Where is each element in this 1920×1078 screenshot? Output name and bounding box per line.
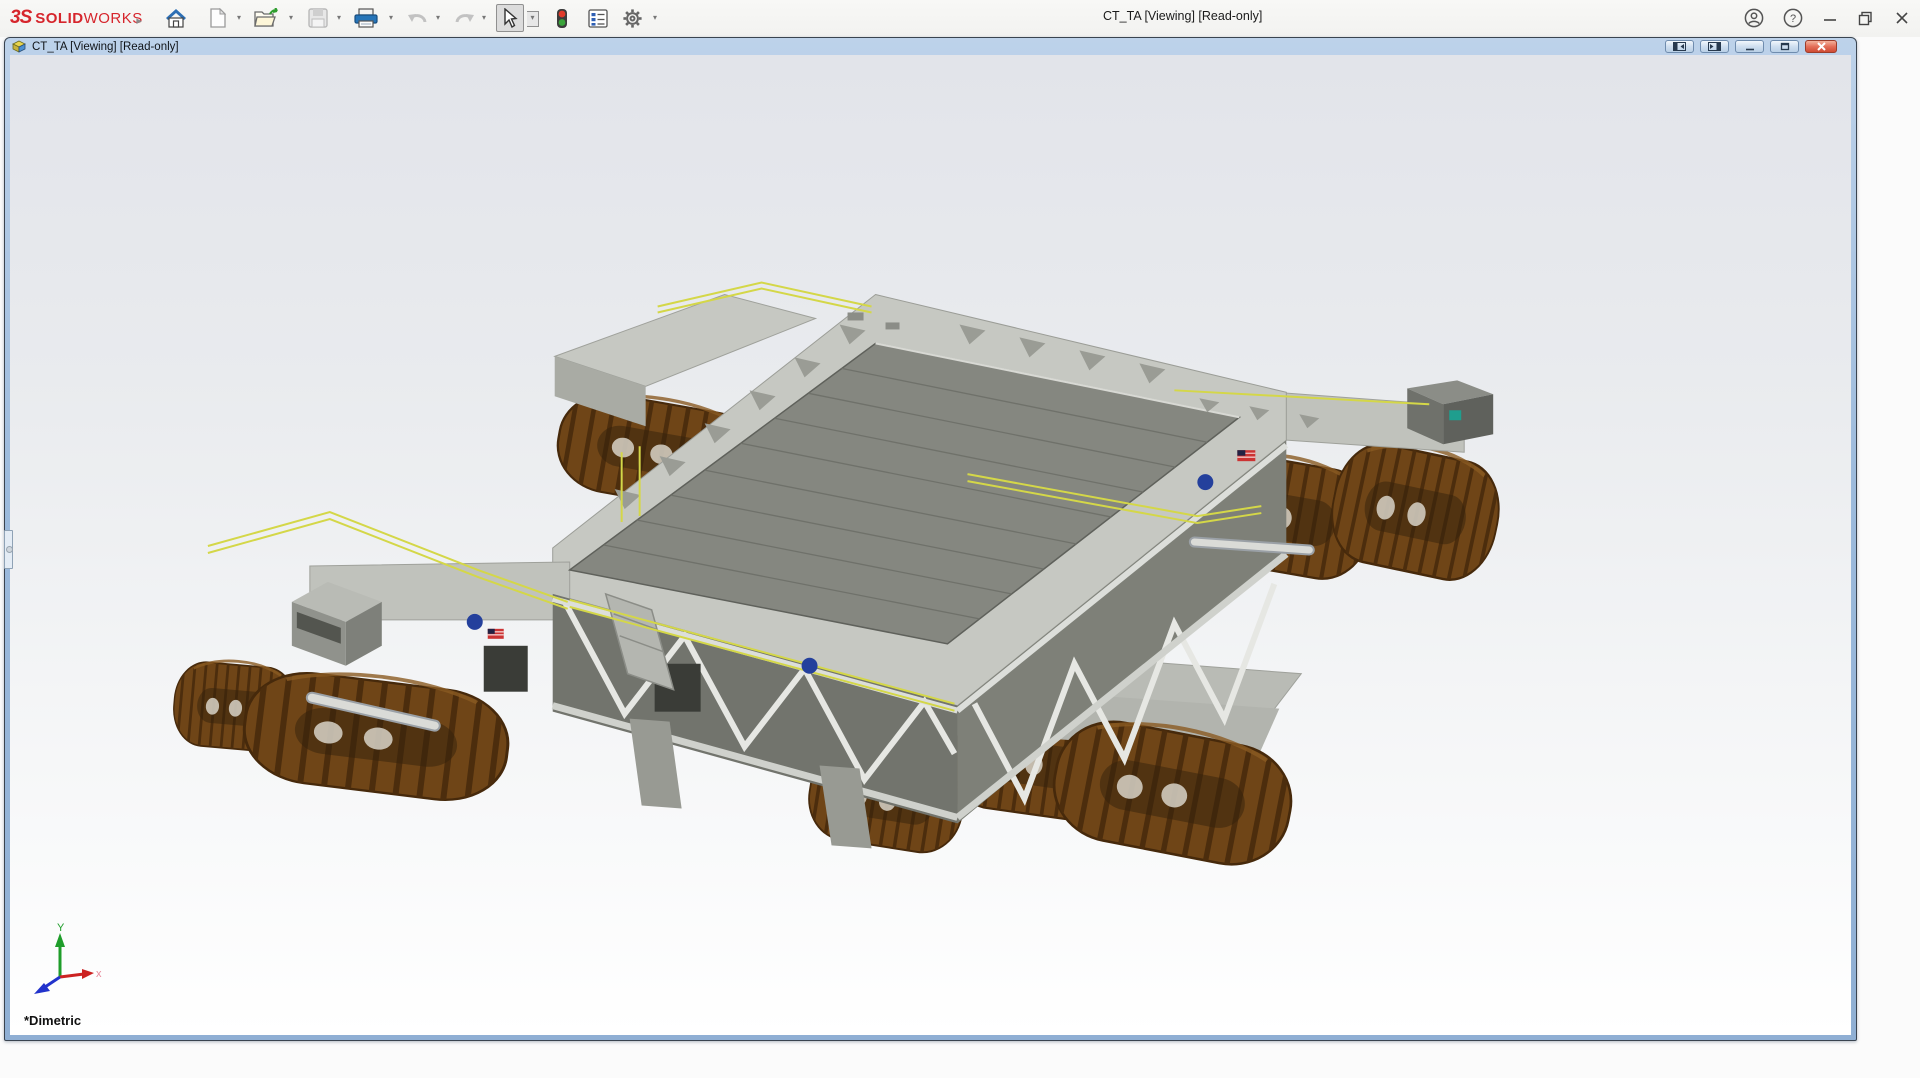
reference-triad: Y x xyxy=(26,919,104,1001)
help-button[interactable]: ? xyxy=(1779,5,1807,31)
graphics-viewport[interactable]: Y x *Dimetric xyxy=(10,55,1851,1035)
document-properties-button[interactable] xyxy=(584,4,612,32)
print-button[interactable] xyxy=(352,4,380,32)
undo-button[interactable] xyxy=(404,4,432,32)
open-button[interactable] xyxy=(252,4,280,32)
restore-icon xyxy=(1858,11,1873,26)
pane-arrow-left-icon xyxy=(1673,42,1686,51)
redo-button[interactable] xyxy=(450,4,478,32)
document-window: CT_TA [Viewing] [Read-only] xyxy=(4,37,1857,1041)
home-button[interactable] xyxy=(162,4,190,32)
dropdown-arrow[interactable]: ▾ xyxy=(333,12,345,26)
menu-flyout-arrow-icon[interactable]: ▾ xyxy=(130,12,148,24)
minimize-icon xyxy=(1745,43,1755,51)
collapse-pane-left-button[interactable] xyxy=(1665,40,1694,53)
close-icon xyxy=(1895,11,1909,25)
expand-pane-right-button[interactable] xyxy=(1700,40,1729,53)
dropdown-arrow[interactable]: ▾ xyxy=(649,12,661,26)
new-document-icon xyxy=(210,8,226,28)
dropdown-arrow[interactable]: ▾ xyxy=(285,12,297,26)
app-titlebar: 3S SOLID WORKS ▾ ▾ ▾ ▾ xyxy=(0,0,1920,37)
save-button[interactable] xyxy=(304,4,332,32)
minimize-icon xyxy=(1823,11,1837,25)
ds-logo-mark: 3S xyxy=(10,7,31,29)
open-folder-icon xyxy=(254,8,278,28)
logo-text-solid: SOLID xyxy=(35,10,83,27)
close-x-icon xyxy=(1816,42,1827,51)
view-orientation-label: *Dimetric xyxy=(24,1013,81,1028)
close-button[interactable] xyxy=(1888,5,1916,31)
select-tool-button[interactable] xyxy=(496,4,524,32)
traffic-light-icon xyxy=(556,8,568,29)
dropdown-arrow[interactable]: ▾ xyxy=(233,12,245,26)
crawler-transporter-model xyxy=(10,55,1851,1035)
dropdown-arrow[interactable]: ▾ xyxy=(527,11,539,27)
doc-restore-button[interactable] xyxy=(1770,40,1799,53)
select-cursor-icon xyxy=(502,8,518,28)
new-document-button[interactable] xyxy=(204,4,232,32)
dropdown-arrow[interactable]: ▾ xyxy=(385,12,397,26)
dropdown-arrow[interactable]: ▾ xyxy=(478,12,490,26)
solidworks-logo: 3S SOLID WORKS xyxy=(10,7,143,29)
triad-y-label: Y xyxy=(57,922,65,934)
options-button[interactable] xyxy=(618,4,646,32)
performance-evaluation-button[interactable] xyxy=(548,4,576,32)
gear-icon xyxy=(622,8,643,29)
home-icon xyxy=(165,8,187,28)
account-button[interactable] xyxy=(1740,5,1768,31)
feature-pane-splitter-handle[interactable] xyxy=(4,530,13,569)
restore-icon xyxy=(1780,42,1790,51)
minimize-button[interactable] xyxy=(1816,5,1844,31)
undo-arrow-icon xyxy=(407,9,429,27)
redo-arrow-icon xyxy=(453,9,475,27)
svg-text:?: ? xyxy=(1790,13,1796,25)
properties-list-icon xyxy=(588,9,608,28)
user-circle-icon xyxy=(1744,8,1764,28)
question-circle-icon: ? xyxy=(1783,8,1803,28)
app-window-title: CT_TA [Viewing] [Read-only] xyxy=(1103,9,1262,23)
document-titlebar[interactable]: CT_TA [Viewing] [Read-only] xyxy=(5,38,1856,55)
assembly-document-icon xyxy=(12,40,26,53)
triad-x-label: x xyxy=(96,968,102,980)
dropdown-arrow[interactable]: ▾ xyxy=(432,12,444,26)
doc-close-button[interactable] xyxy=(1805,40,1837,53)
doc-minimize-button[interactable] xyxy=(1735,40,1764,53)
restore-button[interactable] xyxy=(1851,5,1879,31)
document-title: CT_TA [Viewing] [Read-only] xyxy=(32,41,179,53)
pane-arrow-right-icon xyxy=(1708,42,1721,51)
save-floppy-icon xyxy=(308,8,328,28)
printer-icon xyxy=(354,8,378,28)
